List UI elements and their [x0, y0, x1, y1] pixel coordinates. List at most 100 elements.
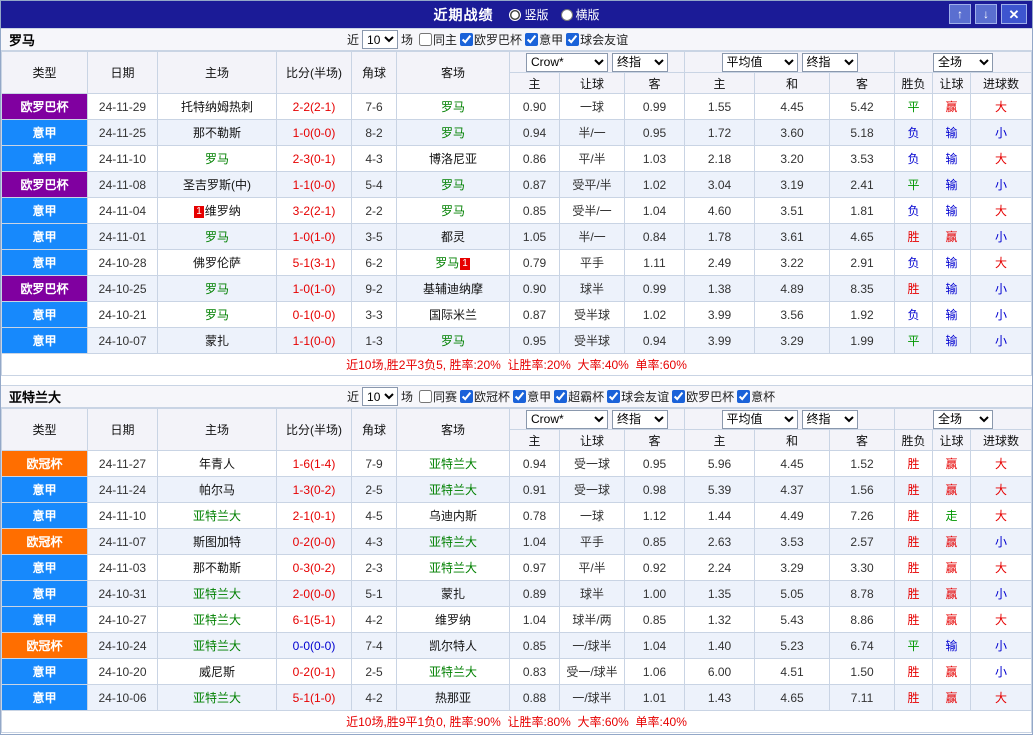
avg-home-odds: 2.18	[684, 145, 756, 172]
odds-average-select[interactable]: 平均值	[721, 52, 798, 72]
col-date: 日期	[87, 51, 158, 94]
filter-checkbox-input[interactable]	[672, 390, 686, 403]
layout-radio-vertical-input[interactable]	[509, 8, 522, 21]
handicap-home-odds: 0.89	[509, 580, 560, 607]
result-handicap: 赢	[932, 606, 972, 633]
match-row: 欧罗巴杯 24-10-25 罗马 1-0(1-0) 9-2 基辅迪纳摩 0.90…	[1, 275, 1032, 302]
filter-checkbox[interactable]: 欧冠杯	[460, 388, 510, 405]
away-team-cell: 乌迪内斯	[396, 502, 510, 529]
result-goals: 大	[970, 684, 1032, 711]
handicap-away-odds: 0.99	[623, 93, 686, 120]
bookmaker-select[interactable]: Crow*	[526, 409, 608, 429]
away-team-name: 亚特兰大	[428, 483, 477, 497]
handicap-home-odds: 0.90	[509, 93, 560, 120]
result-goals: 小	[970, 275, 1032, 302]
team-section: 罗马 近 10 场 同主 欧罗巴杯 意甲 球会友谊 类型 日期 主场 比分(半场)	[1, 28, 1032, 376]
filter-checkbox[interactable]: 意杯	[737, 388, 775, 405]
home-team-name: 亚特兰大	[192, 509, 241, 523]
filter-checkbox[interactable]: 意甲	[525, 31, 563, 48]
away-team-name: 亚特兰大	[428, 561, 477, 575]
result-goals: 小	[970, 632, 1032, 659]
col-date: 日期	[87, 408, 158, 451]
home-team-name: 维罗纳	[204, 204, 241, 218]
section-summary: 近10场,胜9平1负0, 胜率:90% 让胜率:80% 大率:60% 单率:40…	[1, 710, 1032, 733]
filter-checkbox-input[interactable]	[525, 33, 539, 46]
odds-final-select[interactable]: 终指	[801, 52, 858, 72]
recent-games-select[interactable]: 10	[362, 387, 399, 406]
corner-score: 6-2	[351, 249, 397, 276]
match-type-badge: 意甲	[1, 684, 88, 711]
filter-checkbox[interactable]: 球会友谊	[566, 31, 628, 48]
score: 5-1(1-0)	[276, 684, 352, 711]
avg-draw-odds: 4.45	[754, 450, 831, 477]
home-team-cell: 帕尔马	[157, 476, 277, 503]
avg-away-odds: 8.78	[829, 580, 896, 607]
avg-draw-odds: 5.43	[754, 606, 831, 633]
score: 6-1(5-1)	[276, 606, 352, 633]
filter-checkbox-input[interactable]	[419, 33, 433, 46]
layout-radio-vertical[interactable]: 竖版	[509, 6, 549, 23]
filter-checkbox[interactable]: 同赛	[419, 388, 457, 405]
col-corner: 角球	[351, 51, 397, 94]
result-goals: 大	[970, 476, 1032, 503]
filter-checkbox-label: 同主	[433, 33, 458, 47]
away-team-name: 基辅迪纳摩	[422, 282, 483, 296]
handicap-away-odds: 1.04	[623, 197, 686, 224]
home-team-name: 那不勒斯	[192, 561, 241, 575]
filter-checkbox-input[interactable]	[460, 390, 474, 403]
result-wdl: 胜	[894, 554, 934, 581]
filter-checkbox[interactable]: 同主	[419, 31, 457, 48]
filter-checkbox[interactable]: 超霸杯	[554, 388, 604, 405]
match-date: 24-11-27	[87, 450, 158, 477]
odds-average-select[interactable]: 平均值	[721, 409, 798, 429]
col-odds-draw: 和	[754, 429, 831, 451]
filter-checkbox-input[interactable]	[737, 390, 751, 403]
filter-checkbox-input[interactable]	[607, 390, 621, 403]
match-date: 24-11-10	[87, 145, 158, 172]
away-team-cell: 罗马	[396, 119, 510, 146]
close-button[interactable]: ✕	[1001, 4, 1027, 24]
filter-checkbox-input[interactable]	[513, 390, 527, 403]
filter-checkbox-input[interactable]	[554, 390, 568, 403]
home-team-name: 年青人	[198, 457, 235, 471]
layout-radio-horizontal[interactable]: 横版	[560, 6, 600, 23]
handicap-final-select[interactable]: 终指	[612, 52, 668, 72]
handicap-line: 平/半	[559, 554, 625, 581]
filter-checkbox-label: 欧冠杯	[474, 390, 511, 404]
filter-checkbox-input[interactable]	[566, 33, 580, 46]
avg-home-odds: 1.78	[684, 223, 756, 250]
away-team-name: 都灵	[440, 230, 465, 244]
filter-checkbox-input[interactable]	[460, 33, 474, 46]
away-team-cell: 维罗纳	[396, 606, 510, 633]
section-header: 亚特兰大 近 10 场 同赛 欧冠杯 意甲 超霸杯 球会友谊 欧罗巴杯 意杯	[1, 385, 1032, 408]
match-type-badge: 意甲	[1, 119, 88, 146]
away-team-name: 亚特兰大	[428, 535, 477, 549]
result-handicap: 输	[932, 301, 972, 328]
avg-away-odds: 2.41	[829, 171, 896, 198]
filter-checkbox[interactable]: 球会友谊	[607, 388, 669, 405]
filter-checkbox[interactable]: 欧罗巴杯	[672, 388, 734, 405]
recent-games-select[interactable]: 10	[362, 30, 399, 49]
filter-checkbox[interactable]: 意甲	[513, 388, 551, 405]
handicap-final-select[interactable]: 终指	[612, 409, 668, 429]
handicap-home-odds: 1.05	[509, 223, 560, 250]
layout-radio-horizontal-input[interactable]	[560, 8, 573, 21]
bookmaker-select[interactable]: Crow*	[526, 52, 608, 72]
match-scope-select[interactable]: 全场	[933, 52, 994, 72]
filter-checkbox-input[interactable]	[419, 390, 433, 403]
avg-draw-odds: 3.20	[754, 145, 831, 172]
filter-checkbox[interactable]: 欧罗巴杯	[460, 31, 522, 48]
result-goals: 小	[970, 223, 1032, 250]
match-scope-select[interactable]: 全场	[933, 409, 994, 429]
handicap-away-odds: 0.95	[623, 450, 686, 477]
handicap-line: 平手	[559, 249, 625, 276]
result-wdl: 负	[894, 119, 934, 146]
scroll-up-button[interactable]: ↑	[949, 4, 971, 24]
result-handicap: 输	[932, 171, 972, 198]
odds-final-select[interactable]: 终指	[801, 409, 858, 429]
titlebar: 近期战绩 竖版 横版 ↑ ↓ ✕	[1, 1, 1032, 28]
away-team-name: 蒙扎	[440, 587, 465, 601]
handicap-home-odds: 0.86	[509, 145, 560, 172]
scroll-down-button[interactable]: ↓	[975, 4, 997, 24]
avg-draw-odds: 5.23	[754, 632, 831, 659]
